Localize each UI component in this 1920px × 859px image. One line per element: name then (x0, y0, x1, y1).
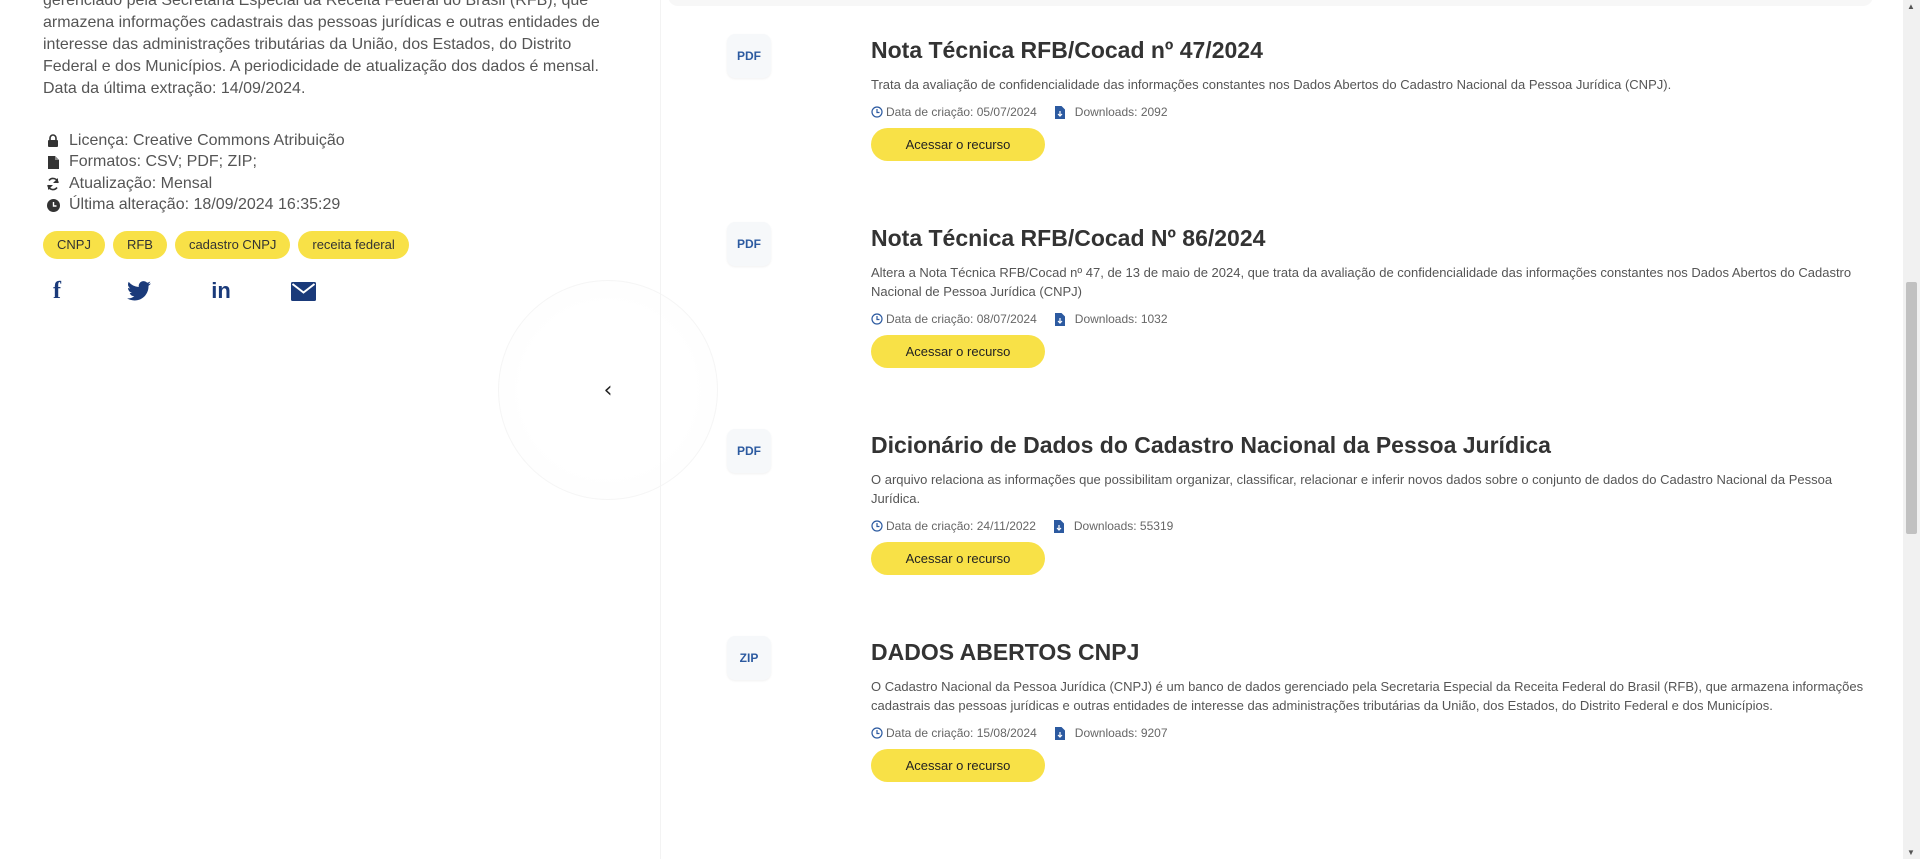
vertical-scrollbar[interactable]: ▲ ▼ (1903, 0, 1920, 859)
formats-text: Formatos: CSV; PDF; ZIP; (69, 153, 257, 171)
twitter-icon[interactable] (126, 278, 152, 304)
file-download-icon (1053, 519, 1064, 533)
facebook-icon[interactable]: f (44, 278, 70, 304)
license-text: Licença: Creative Commons Atribuição (69, 131, 345, 149)
download-count: Downloads: 2092 (1074, 105, 1168, 119)
format-badge: PDF (727, 429, 771, 473)
access-resource-button[interactable]: Acessar o recurso (871, 335, 1045, 368)
resource-description: Trata da avaliação de confidencialidade … (871, 77, 1672, 92)
download-count: Downloads: 55319 (1073, 519, 1174, 533)
clock-icon (871, 106, 883, 118)
access-resource-button[interactable]: Acessar o recurso (871, 749, 1045, 782)
column-divider (660, 0, 661, 859)
created-date: Data de criação: 15/08/2024 (886, 726, 1037, 740)
resource-body: Dicionário de Dados do Cadastro Nacional… (871, 431, 1871, 575)
resource-meta: Data de criação: 24/11/2022 Downloads: 5… (871, 518, 1871, 534)
update-info: Atualização: Mensal (46, 173, 345, 195)
format-badge: ZIP (727, 636, 771, 680)
update-text: Atualização: Mensal (69, 174, 213, 192)
resource-title: Nota Técnica RFB/Cocad Nº 86/2024 (871, 225, 1266, 251)
last-change-text: Última alteração: 18/09/2024 16:35:29 (69, 196, 341, 214)
resource-title: Dicionário de Dados do Cadastro Nacional… (871, 432, 1551, 458)
access-resource-button[interactable]: Acessar o recurso (871, 128, 1045, 161)
resource-body: DADOS ABERTOS CNPJ O Cadastro Nacional d… (871, 638, 1871, 782)
scrollbar-thumb[interactable] (1906, 282, 1917, 534)
resource-title: DADOS ABERTOS CNPJ (871, 639, 1140, 665)
created-date: Data de criação: 24/11/2022 (886, 519, 1036, 533)
file-download-icon (1054, 312, 1065, 326)
last-change-info: Última alteração: 18/09/2024 16:35:29 (46, 195, 345, 217)
scroll-down-arrow-icon[interactable]: ▼ (1907, 848, 1915, 857)
tag[interactable]: RFB (112, 231, 167, 259)
clock-icon (46, 198, 60, 212)
clock-icon (871, 727, 883, 739)
linkedin-icon[interactable]: in (208, 278, 234, 304)
format-badge: PDF (727, 34, 771, 78)
created-date: Data de criação: 08/07/2024 (886, 312, 1037, 326)
email-icon[interactable] (290, 278, 316, 304)
resource-meta: Data de criação: 05/07/2024 Downloads: 2… (871, 104, 1871, 120)
resource-description: O Cadastro Nacional da Pessoa Jurídica (… (871, 679, 1864, 713)
tag[interactable]: receita federal (298, 231, 409, 259)
file-download-icon (1054, 105, 1065, 119)
previous-card-edge (668, 0, 1873, 6)
formats-info: Formatos: CSV; PDF; ZIP; (46, 152, 345, 174)
dataset-metadata: Licença: Creative Commons Atribuição For… (46, 130, 345, 216)
tag-list: CNPJ RFB cadastro CNPJ receita federal (43, 231, 409, 259)
clock-icon (871, 313, 883, 325)
download-count: Downloads: 9207 (1074, 726, 1168, 740)
scroll-up-arrow-icon[interactable]: ▲ (1907, 2, 1915, 11)
access-resource-button[interactable]: Acessar o recurso (871, 542, 1045, 575)
created-date: Data de criação: 05/07/2024 (886, 105, 1037, 119)
share-links: f in (44, 278, 372, 304)
chevron-left-icon: ‹ (603, 377, 613, 403)
refresh-icon (46, 177, 60, 191)
download-count: Downloads: 1032 (1074, 312, 1168, 326)
lock-icon (46, 134, 60, 148)
resource-body: Nota Técnica RFB/Cocad nº 47/2024 Trata … (871, 36, 1871, 161)
collapse-sidebar-button[interactable]: ‹ (498, 280, 718, 500)
resource-description: Altera a Nota Técnica RFB/Cocad nº 47, d… (871, 265, 1852, 299)
clock-icon (871, 520, 883, 532)
resource-meta: Data de criação: 15/08/2024 Downloads: 9… (871, 725, 1871, 741)
resource-description: O arquivo relaciona as informações que p… (871, 472, 1833, 506)
tag[interactable]: CNPJ (43, 231, 105, 259)
resource-title: Nota Técnica RFB/Cocad nº 47/2024 (871, 37, 1263, 63)
file-icon (46, 155, 60, 169)
dataset-description: gerenciado pela Secretaria Especial da R… (43, 0, 600, 97)
resource-meta: Data de criação: 08/07/2024 Downloads: 1… (871, 311, 1871, 327)
license-info: Licença: Creative Commons Atribuição (46, 130, 345, 152)
format-badge: PDF (727, 222, 771, 266)
tag[interactable]: cadastro CNPJ (174, 231, 291, 259)
file-download-icon (1054, 726, 1065, 740)
resource-body: Nota Técnica RFB/Cocad Nº 86/2024 Altera… (871, 224, 1871, 368)
